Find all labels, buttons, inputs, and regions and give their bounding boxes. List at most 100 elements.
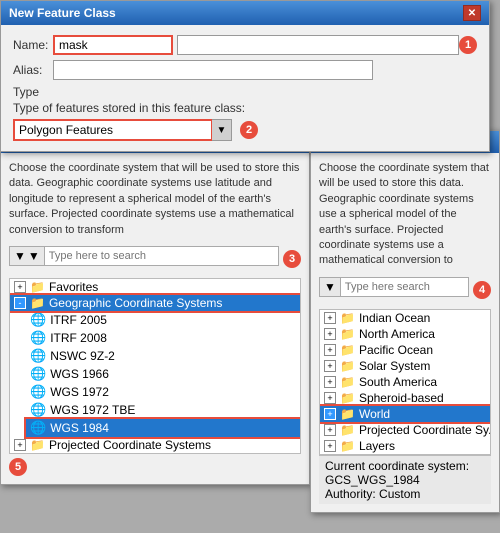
globe-icon-wgs1984: 🌐 xyxy=(30,420,46,436)
tree-item-solar-system[interactable]: + 📁 Solar System xyxy=(320,358,490,374)
bottom-right-desc: Choose the coordinate system that will b… xyxy=(319,161,491,269)
top-dialog-title: New Feature Class xyxy=(9,6,116,20)
tree-item-projected-left[interactable]: + 📁 Projected Coordinate Systems xyxy=(10,437,300,453)
name-input[interactable] xyxy=(53,35,173,55)
tree-label-wgs1972tbe: WGS 1972 TBE xyxy=(50,403,135,417)
tree-label-pacific-ocean: Pacific Ocean xyxy=(359,343,433,357)
expander-solar-system[interactable]: + xyxy=(324,360,336,372)
annotation-1: 1 xyxy=(459,36,477,54)
globe-icon-wgs1972: 🌐 xyxy=(30,384,46,400)
alias-input[interactable] xyxy=(53,60,373,80)
folder-icon-north-america: 📁 xyxy=(340,327,355,341)
tree-label-wgs1984: WGS 1984 xyxy=(50,421,109,435)
tree-label-layers-right: Layers xyxy=(359,439,395,453)
alias-label: Alias: xyxy=(13,63,53,77)
filter-icon: ▼ xyxy=(14,249,26,263)
current-crs-label: Current coordinate system: xyxy=(325,459,485,473)
right-search-input[interactable] xyxy=(341,279,468,295)
type-section: Type Type of features stored in this fea… xyxy=(13,85,477,141)
current-crs-section: Current coordinate system: GCS_WGS_1984 … xyxy=(319,455,491,504)
feature-type-row: Polygon Features Point Features Polyline… xyxy=(13,119,477,141)
tree-item-north-america[interactable]: + 📁 North America xyxy=(320,326,490,342)
tree-label-north-america: North America xyxy=(359,327,435,341)
tree-label-itrf2008: ITRF 2008 xyxy=(50,331,107,345)
type-desc: Type of features stored in this feature … xyxy=(13,101,477,115)
tree-item-wgs1972[interactable]: 🌐 WGS 1972 xyxy=(26,383,300,401)
annotation-3: 3 xyxy=(283,250,301,268)
left-search-bar: ▼ ▼ xyxy=(9,246,279,266)
expander-projected-right[interactable]: + xyxy=(324,424,336,436)
expander-north-america[interactable]: + xyxy=(324,328,336,340)
tree-label-wgs1972: WGS 1972 xyxy=(50,385,109,399)
tree-item-itrf2005[interactable]: 🌐 ITRF 2005 xyxy=(26,311,300,329)
globe-icon-wgs1972tbe: 🌐 xyxy=(30,402,46,418)
expander-south-america[interactable]: + xyxy=(324,376,336,388)
tree-item-itrf2008[interactable]: 🌐 ITRF 2008 xyxy=(26,329,300,347)
expander-world[interactable]: + xyxy=(324,408,336,420)
folder-icon-world: 📁 xyxy=(340,407,355,421)
select-arrow-icon: ▼ xyxy=(212,119,232,141)
filter-arrow: ▼ xyxy=(28,249,40,263)
bottom-left-body: Choose the coordinate system that will b… xyxy=(1,153,309,484)
expander-spheroid[interactable]: + xyxy=(324,392,336,404)
globe-icon-nswc: 🌐 xyxy=(30,348,46,364)
tree-item-spheroid[interactable]: + 📁 Spheroid-based xyxy=(320,390,490,406)
alias-row: Alias: xyxy=(13,60,477,80)
tree-item-geographic[interactable]: - 📁 Geographic Coordinate Systems xyxy=(10,295,300,311)
tree-item-layers-right[interactable]: + 📁 Layers xyxy=(320,438,490,454)
annotation-5: 5 xyxy=(9,458,27,476)
tree-item-favorites[interactable]: + 📁 Favorites xyxy=(10,279,300,295)
expander-pacific-ocean[interactable]: + xyxy=(324,344,336,356)
close-button[interactable]: ✕ xyxy=(463,5,481,21)
top-dialog: New Feature Class ✕ Name: 1 Alias: Type … xyxy=(0,0,490,152)
expander-geographic[interactable]: - xyxy=(14,297,26,309)
tree-label-projected-left: Projected Coordinate Systems xyxy=(49,438,211,452)
tree-item-south-america[interactable]: + 📁 South America xyxy=(320,374,490,390)
expander-projected-left[interactable]: + xyxy=(14,439,26,451)
folder-icon-spheroid: 📁 xyxy=(340,391,355,405)
tree-label-itrf2005: ITRF 2005 xyxy=(50,313,107,327)
right-search-bar: ▼ xyxy=(319,277,469,297)
expander-indian-ocean[interactable]: + xyxy=(324,312,336,324)
folder-icon-indian-ocean: 📁 xyxy=(340,311,355,325)
folder-icon-pacific-ocean: 📁 xyxy=(340,343,355,357)
tree-label-geographic: Geographic Coordinate Systems xyxy=(49,296,222,310)
tree-label-wgs1966: WGS 1966 xyxy=(50,367,109,381)
tree-label-indian-ocean: Indian Ocean xyxy=(359,311,430,325)
name-row: Name: 1 xyxy=(13,35,477,55)
folder-icon-solar-system: 📁 xyxy=(340,359,355,373)
name-extra-input[interactable] xyxy=(177,35,459,55)
name-label: Name: xyxy=(13,38,53,52)
bottom-left-dialog: New Feature Class Choose the coordinate … xyxy=(0,130,310,485)
left-search-input[interactable] xyxy=(45,248,278,264)
expander-favorites[interactable]: + xyxy=(14,281,26,293)
tree-item-wgs1984[interactable]: 🌐 WGS 1984 xyxy=(26,419,300,437)
tree-item-wgs1966[interactable]: 🌐 WGS 1966 xyxy=(26,365,300,383)
bottom-left-desc: Choose the coordinate system that will b… xyxy=(9,161,301,238)
tree-label-favorites: Favorites xyxy=(49,280,98,294)
tree-label-south-america: South America xyxy=(359,375,437,389)
left-tree: + 📁 Favorites - 📁 Geographic Coordinate … xyxy=(9,278,301,454)
tree-item-nswc[interactable]: 🌐 NSWC 9Z-2 xyxy=(26,347,300,365)
tree-label-spheroid: Spheroid-based xyxy=(359,391,444,405)
feature-type-select[interactable]: Polygon Features Point Features Polyline… xyxy=(13,119,213,141)
expander-layers-right[interactable]: + xyxy=(324,440,336,452)
tree-item-indian-ocean[interactable]: + 📁 Indian Ocean xyxy=(320,310,490,326)
right-filter-button[interactable]: ▼ xyxy=(320,278,341,296)
tree-label-world: World xyxy=(359,407,390,421)
left-filter-button[interactable]: ▼ ▼ xyxy=(10,247,45,265)
current-crs-authority: Authority: Custom xyxy=(325,487,485,501)
tree-item-projected-right[interactable]: + 📁 Projected Coordinate Sy... xyxy=(320,422,490,438)
globe-icon-itrf2005: 🌐 xyxy=(30,312,46,328)
tree-item-world[interactable]: + 📁 World xyxy=(320,406,490,422)
folder-icon-projected-right: 📁 xyxy=(340,423,355,437)
folder-icon-projected-left: 📁 xyxy=(30,438,45,452)
tree-label-solar-system: Solar System xyxy=(359,359,430,373)
bottom-right-dialog: New Feature Class Choose the coordinate … xyxy=(310,130,500,513)
bottom-right-body: Choose the coordinate system that will b… xyxy=(311,153,499,512)
tree-item-wgs1972tbe[interactable]: 🌐 WGS 1972 TBE xyxy=(26,401,300,419)
top-dialog-titlebar: New Feature Class ✕ xyxy=(1,1,489,25)
tree-item-pacific-ocean[interactable]: + 📁 Pacific Ocean xyxy=(320,342,490,358)
annotation-2: 2 xyxy=(240,121,258,139)
tree-label-projected-right: Projected Coordinate Sy... xyxy=(359,423,491,437)
